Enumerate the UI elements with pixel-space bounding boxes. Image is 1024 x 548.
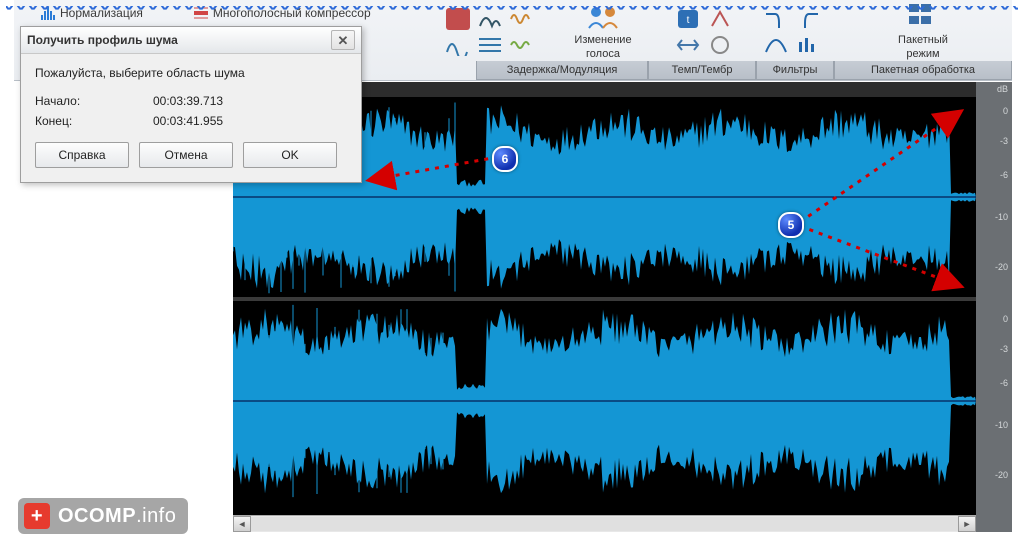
tempo-icon[interactable]: t	[676, 8, 700, 30]
db-scale: dB 0 -3 -6 -10 -20 0 -3 -6 -10 -20	[976, 82, 1012, 532]
annotation-callout-5: 5	[778, 212, 804, 238]
highpass-icon[interactable]	[796, 8, 820, 30]
db-tick: -10	[995, 212, 1008, 222]
timbre-icon[interactable]	[708, 34, 732, 56]
normalize-icon	[40, 5, 56, 21]
phaser-icon[interactable]	[478, 34, 502, 56]
watermark-text: OCOMP	[58, 505, 136, 528]
scroll-track[interactable]	[251, 517, 958, 531]
voice-change-icon	[586, 0, 620, 32]
batch-mode-icon	[906, 0, 940, 32]
watermark: + OCOMP.info	[18, 498, 188, 534]
ribbon-item-multiband-compressor[interactable]: Многополосный компрессор	[187, 5, 377, 21]
dialog-message: Пожалуйста, выберите область шума	[35, 66, 347, 80]
end-value: 00:03:41.955	[153, 114, 223, 128]
chorus-icon[interactable]	[510, 8, 534, 30]
scroll-left-arrow[interactable]: ◄	[233, 516, 251, 532]
echo-icon[interactable]	[478, 8, 502, 30]
ribbon-button-voice-change[interactable]: Изменение голоса	[562, 0, 644, 58]
dialog-title-text: Получить профиль шума	[27, 33, 178, 47]
db-tick: 0	[1003, 106, 1008, 116]
ribbon-label-batch-1: Пакетный	[898, 34, 948, 46]
annotation-callout-6: 6	[492, 146, 518, 172]
ribbon-group-tempo[interactable]: Темп/Тембр	[648, 61, 756, 80]
lowpass-icon[interactable]	[764, 8, 788, 30]
end-label: Конец:	[35, 114, 153, 128]
waveform-channel-right[interactable]	[233, 301, 976, 501]
db-tick: -6	[1000, 170, 1008, 180]
pitch-icon[interactable]	[708, 8, 732, 30]
svg-text:t: t	[687, 15, 690, 26]
scroll-right-arrow[interactable]: ►	[958, 516, 976, 532]
db-tick: -6	[1000, 378, 1008, 388]
ribbon-label-voice-change-1: Изменение	[574, 34, 631, 46]
cancel-button[interactable]: Отмена	[139, 142, 233, 168]
db-tick: -10	[995, 420, 1008, 430]
eq-icon[interactable]	[796, 34, 820, 56]
ribbon-label-multiband: Многополосный компрессор	[213, 6, 371, 20]
delay-icon[interactable]	[446, 8, 470, 30]
watermark-suffix: .info	[136, 505, 176, 528]
compressor-icon	[193, 5, 209, 21]
db-unit: dB	[997, 84, 1008, 94]
ribbon-group-filters[interactable]: Фильтры	[756, 61, 834, 80]
watermark-plus-icon: +	[24, 503, 50, 529]
vibrato-icon[interactable]	[510, 34, 534, 56]
db-tick: 0	[1003, 314, 1008, 324]
ok-button[interactable]: OK	[243, 142, 337, 168]
help-button[interactable]: Справка	[35, 142, 129, 168]
db-tick: -20	[995, 262, 1008, 272]
db-tick: -3	[1000, 344, 1008, 354]
ribbon-label-voice-change-2: голоса	[586, 48, 620, 60]
horizontal-scrollbar[interactable]: ◄ ►	[233, 515, 976, 532]
ribbon-group-batch[interactable]: Пакетная обработка	[834, 61, 1012, 80]
ribbon-group-delay-mod[interactable]: Задержка/Модуляция	[476, 61, 648, 80]
ribbon-item-normalize[interactable]: Нормализация	[34, 5, 149, 21]
tool-cluster-filters	[762, 6, 826, 58]
flanger-icon[interactable]	[446, 34, 470, 56]
dialog-titlebar[interactable]: Получить профиль шума ✕	[21, 27, 361, 54]
stretch-icon[interactable]	[676, 34, 700, 56]
ribbon-label-normalize: Нормализация	[60, 6, 143, 20]
ribbon-label-batch-2: режим	[906, 48, 939, 60]
db-tick: -20	[995, 470, 1008, 480]
start-label: Начало:	[35, 94, 153, 108]
noise-profile-dialog: Получить профиль шума ✕ Пожалуйста, выбе…	[20, 26, 362, 183]
start-value: 00:03:39.713	[153, 94, 223, 108]
bandpass-icon[interactable]	[764, 34, 788, 56]
close-icon[interactable]: ✕	[331, 30, 355, 50]
tool-cluster-tempo: t	[674, 6, 738, 58]
tool-cluster-delay-mod	[444, 6, 540, 58]
db-tick: -3	[1000, 136, 1008, 146]
ribbon-button-batch-mode[interactable]: Пакетный режим	[848, 0, 998, 58]
